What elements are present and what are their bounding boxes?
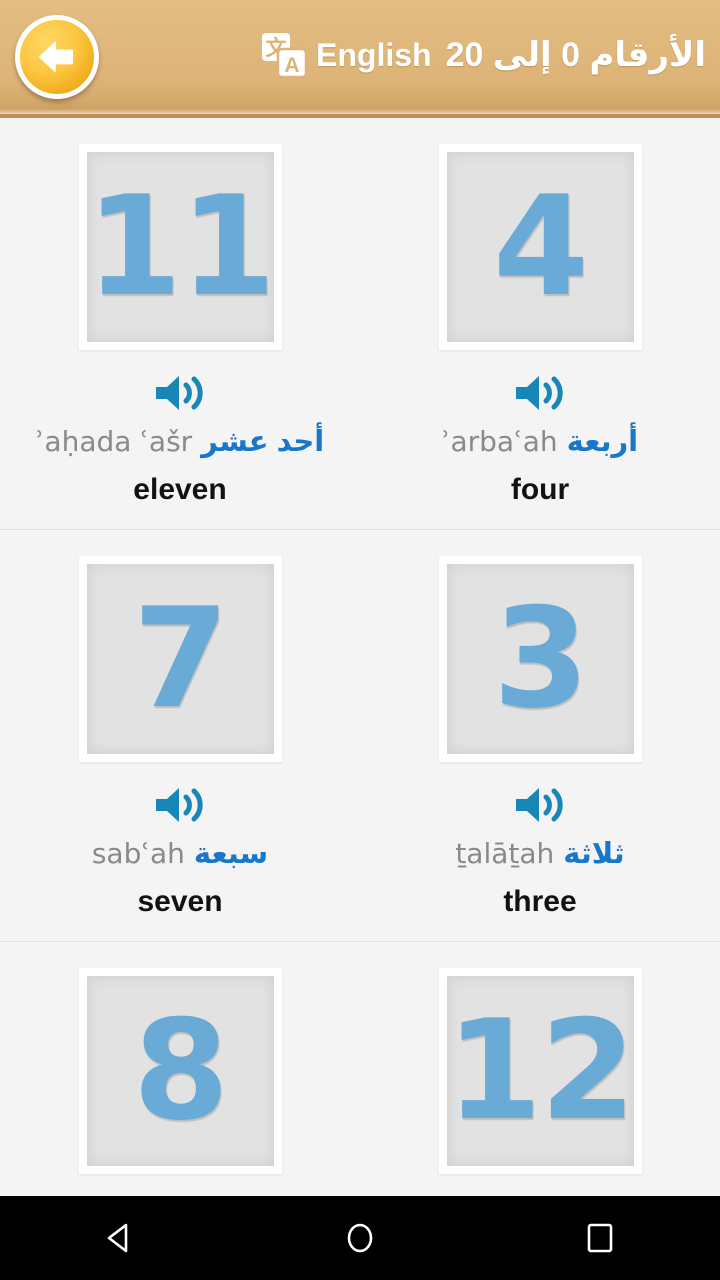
pronunciation-line: أربعة ʾarbaʿah bbox=[442, 424, 638, 459]
number-card-list[interactable]: 11 أحد عشر ʾaḥada ʿašr eleven 4 أربعة ʾa… bbox=[0, 118, 720, 1196]
number-glyph: 4 bbox=[492, 166, 589, 327]
number-glyph: 8 bbox=[132, 990, 229, 1151]
card-row: 11 أحد عشر ʾaḥada ʿašr eleven 4 أربعة ʾa… bbox=[0, 118, 720, 530]
transliteration: ṯalāṯah bbox=[455, 837, 555, 870]
translate-icon: 文 A bbox=[260, 31, 308, 79]
page-title: الأرقام 0 إلى 20 bbox=[445, 36, 706, 74]
arabic-word: أربعة bbox=[566, 426, 639, 458]
number-card[interactable]: 12 اثنا عشر iṯnā ʿašr twelve bbox=[360, 942, 720, 1196]
android-navigation-bar bbox=[0, 1196, 720, 1280]
number-glyph: 11 bbox=[85, 166, 276, 327]
number-card[interactable]: 11 أحد عشر ʾaḥada ʿašr eleven bbox=[0, 118, 360, 529]
number-tile[interactable]: 8 bbox=[78, 968, 282, 1174]
number-tile[interactable]: 3 bbox=[438, 556, 642, 762]
svg-text:A: A bbox=[284, 54, 299, 77]
number-tile[interactable]: 4 bbox=[438, 144, 642, 350]
card-row: 8 ثمانية ṯamāniyah eight 12 bbox=[0, 942, 720, 1196]
back-button[interactable] bbox=[15, 15, 99, 99]
number-card[interactable]: 4 أربعة ʾarbaʿah four bbox=[360, 118, 720, 529]
nav-back-button[interactable] bbox=[60, 1196, 180, 1280]
english-word: three bbox=[503, 885, 577, 918]
header-title-area: 文 A English الأرقام 0 إلى 20 bbox=[0, 0, 720, 110]
pronunciation-line: أحد عشر ʾaḥada ʿašr bbox=[36, 424, 324, 459]
english-word: seven bbox=[137, 885, 223, 918]
number-glyph: 7 bbox=[132, 578, 229, 739]
number-tile[interactable]: 7 bbox=[78, 556, 282, 762]
transliteration: ʾarbaʿah bbox=[441, 425, 558, 458]
number-glyph: 3 bbox=[492, 578, 589, 739]
pronunciation-line: ثلاثة ṯalāṯah bbox=[455, 836, 624, 871]
number-card[interactable]: 7 سبعة sabʿah seven bbox=[0, 530, 360, 941]
number-tile[interactable]: 11 bbox=[78, 144, 282, 350]
pronunciation-line: سبعة sabʿah bbox=[92, 836, 268, 871]
number-glyph: 12 bbox=[445, 990, 636, 1151]
number-tile[interactable]: 12 bbox=[438, 968, 642, 1174]
english-word: four bbox=[510, 473, 570, 506]
number-card[interactable]: 8 ثمانية ṯamāniyah eight bbox=[0, 942, 360, 1196]
app-root: 文 A English الأرقام 0 إلى 20 11 أحد عشر … bbox=[0, 0, 720, 1280]
speaker-icon[interactable] bbox=[153, 372, 207, 414]
android-recents-square-icon bbox=[587, 1223, 613, 1253]
transliteration: sabʿah bbox=[91, 837, 185, 870]
english-word: eleven bbox=[133, 473, 227, 506]
speaker-icon[interactable] bbox=[153, 784, 207, 826]
transliteration: ʾaḥada ʿašr bbox=[35, 425, 193, 458]
language-switch-button[interactable]: 文 A English bbox=[260, 31, 432, 79]
nav-recents-button[interactable] bbox=[540, 1196, 660, 1280]
card-row: 7 سبعة sabʿah seven 3 ثلاثة ṯalāṯah thre… bbox=[0, 530, 720, 942]
app-header: 文 A English الأرقام 0 إلى 20 bbox=[0, 0, 720, 118]
arabic-word: سبعة bbox=[193, 838, 269, 870]
speaker-icon[interactable] bbox=[513, 784, 567, 826]
arabic-word: ثلاثة bbox=[563, 838, 625, 870]
speaker-icon[interactable] bbox=[513, 372, 567, 414]
arabic-word: أحد عشر bbox=[201, 426, 325, 458]
number-card[interactable]: 3 ثلاثة ṯalāṯah three bbox=[360, 530, 720, 941]
back-arrow-icon bbox=[39, 41, 74, 73]
android-back-triangle-icon bbox=[107, 1223, 128, 1253]
language-label: English bbox=[316, 36, 432, 73]
nav-home-button[interactable] bbox=[300, 1196, 420, 1280]
android-home-circle-icon bbox=[347, 1223, 373, 1253]
